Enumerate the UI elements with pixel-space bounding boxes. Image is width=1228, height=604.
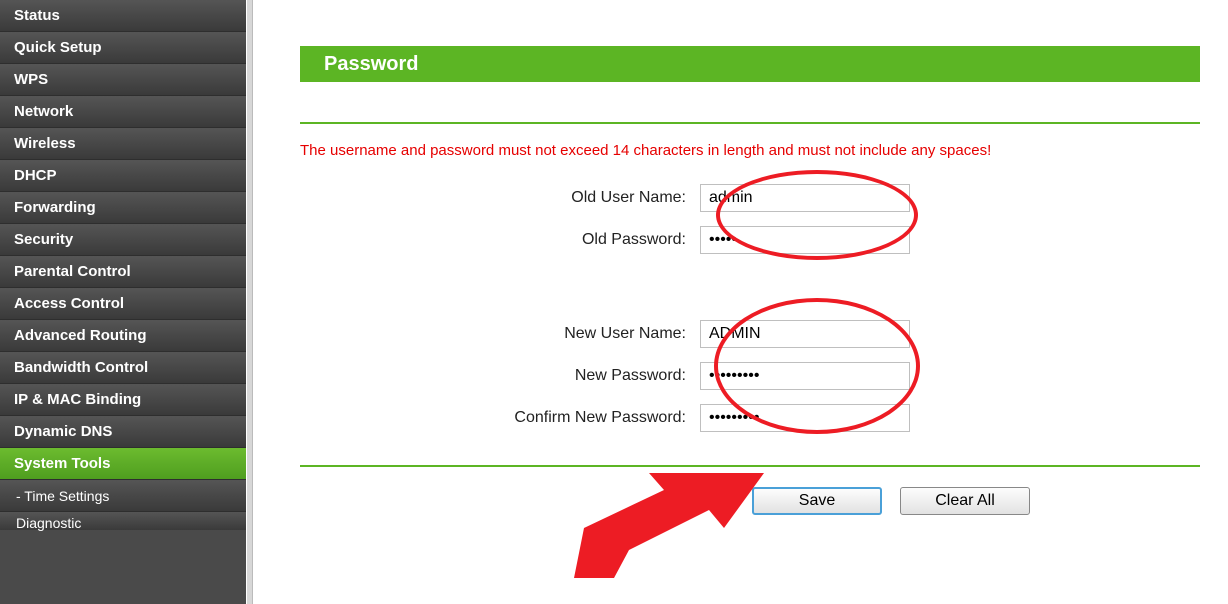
divider-bottom bbox=[300, 465, 1200, 467]
old-username-input[interactable] bbox=[700, 184, 910, 212]
warning-text: The username and password must not excee… bbox=[300, 142, 1200, 159]
sidebar-item-label: Wireless bbox=[14, 135, 76, 152]
label-old-username: Old User Name: bbox=[300, 189, 700, 207]
confirm-password-input[interactable] bbox=[700, 404, 910, 432]
new-username-input[interactable] bbox=[700, 320, 910, 348]
row-new-password: New Password: bbox=[300, 355, 1200, 397]
sidebar-item-label: Security bbox=[14, 231, 73, 248]
main-content: Password The username and password must … bbox=[300, 0, 1200, 515]
sidebar-item-label: Diagnostic bbox=[16, 515, 81, 531]
save-button[interactable]: Save bbox=[752, 487, 882, 515]
sidebar-item-time-settings[interactable]: - Time Settings bbox=[0, 480, 246, 512]
sidebar-item-label: Bandwidth Control bbox=[14, 359, 148, 376]
clear-all-button[interactable]: Clear All bbox=[900, 487, 1030, 515]
sidebar-item-label: Status bbox=[14, 7, 60, 24]
sidebar-item-parental-control[interactable]: Parental Control bbox=[0, 256, 246, 288]
sidebar-item-ip-mac-binding[interactable]: IP & MAC Binding bbox=[0, 384, 246, 416]
sidebar-item-label: WPS bbox=[14, 71, 48, 88]
sidebar-item-forwarding[interactable]: Forwarding bbox=[0, 192, 246, 224]
sidebar-item-dhcp[interactable]: DHCP bbox=[0, 160, 246, 192]
row-confirm-password: Confirm New Password: bbox=[300, 397, 1200, 439]
sidebar-item-wps[interactable]: WPS bbox=[0, 64, 246, 96]
sidebar-item-network[interactable]: Network bbox=[0, 96, 246, 128]
row-new-username: New User Name: bbox=[300, 313, 1200, 355]
sidebar-item-access-control[interactable]: Access Control bbox=[0, 288, 246, 320]
page-title: Password bbox=[324, 53, 418, 76]
sidebar-item-quick-setup[interactable]: Quick Setup bbox=[0, 32, 246, 64]
label-old-password: Old Password: bbox=[300, 231, 700, 249]
old-password-input[interactable] bbox=[700, 226, 910, 254]
sidebar-item-label: Access Control bbox=[14, 295, 124, 312]
row-old-username: Old User Name: bbox=[300, 177, 1200, 219]
sidebar-item-label: Network bbox=[14, 103, 73, 120]
label-new-username: New User Name: bbox=[300, 325, 700, 343]
sidebar-item-label: Advanced Routing bbox=[14, 327, 147, 344]
label-confirm-password: Confirm New Password: bbox=[300, 409, 700, 427]
label-new-password: New Password: bbox=[300, 367, 700, 385]
sidebar-item-status[interactable]: Status bbox=[0, 0, 246, 32]
sidebar-item-label: - Time Settings bbox=[16, 488, 109, 504]
button-row: Save Clear All bbox=[300, 487, 1200, 515]
row-old-password: Old Password: bbox=[300, 219, 1200, 261]
page-title-bar: Password bbox=[300, 46, 1200, 82]
sidebar-item-security[interactable]: Security bbox=[0, 224, 246, 256]
sidebar-item-label: Dynamic DNS bbox=[14, 423, 112, 440]
sidebar-item-label: System Tools bbox=[14, 455, 110, 472]
new-password-input[interactable] bbox=[700, 362, 910, 390]
sidebar-item-label: IP & MAC Binding bbox=[14, 391, 141, 408]
vertical-divider bbox=[247, 0, 253, 604]
sidebar-item-wireless[interactable]: Wireless bbox=[0, 128, 246, 160]
sidebar-item-label: Forwarding bbox=[14, 199, 96, 216]
sidebar-item-label: DHCP bbox=[14, 167, 57, 184]
sidebar-item-dynamic-dns[interactable]: Dynamic DNS bbox=[0, 416, 246, 448]
divider-top bbox=[300, 122, 1200, 124]
sidebar-item-label: Parental Control bbox=[14, 263, 131, 280]
sidebar-item-label: Quick Setup bbox=[14, 39, 102, 56]
sidebar-item-diagnostic[interactable]: Diagnostic bbox=[0, 512, 246, 530]
sidebar-item-bandwidth-control[interactable]: Bandwidth Control bbox=[0, 352, 246, 384]
sidebar-item-system-tools[interactable]: System Tools bbox=[0, 448, 246, 480]
sidebar-item-advanced-routing[interactable]: Advanced Routing bbox=[0, 320, 246, 352]
sidebar: Status Quick Setup WPS Network Wireless … bbox=[0, 0, 246, 604]
